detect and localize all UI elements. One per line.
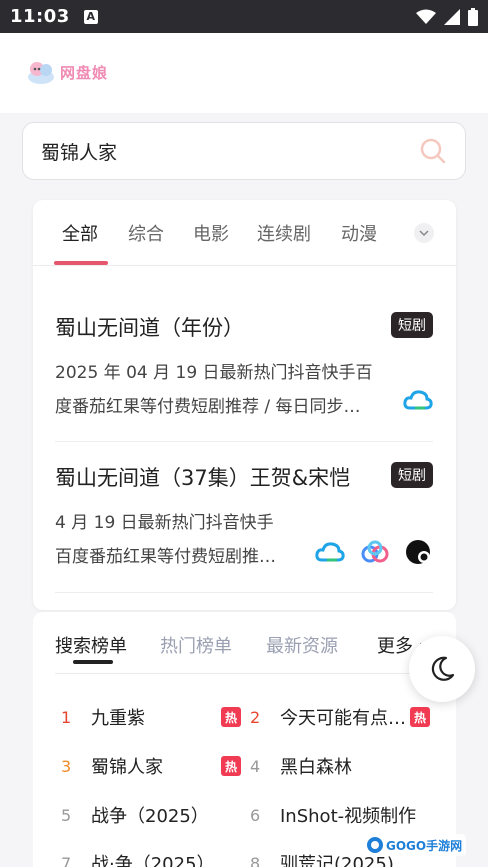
rank-number: 8 bbox=[250, 853, 261, 867]
tab-active-indicator bbox=[54, 261, 108, 265]
rank-name[interactable]: 黑白森林 bbox=[280, 753, 352, 779]
logo-mascot-icon bbox=[28, 62, 54, 84]
result-badge: 短剧 bbox=[391, 312, 433, 338]
status-icons bbox=[416, 7, 478, 26]
signal-icon bbox=[444, 8, 460, 25]
rank-item[interactable]: 5 战争（2025） bbox=[61, 802, 241, 828]
rank-name[interactable]: 战·争（2025） bbox=[91, 850, 215, 867]
rank-tab-search[interactable]: 搜索榜单 bbox=[55, 632, 127, 658]
rank-number: 1 bbox=[61, 707, 72, 727]
tab-general[interactable]: 综合 bbox=[128, 220, 164, 246]
result-badge: 短剧 bbox=[391, 462, 433, 488]
dark-mode-toggle[interactable] bbox=[409, 636, 475, 702]
top-bar: 网盘娘 bbox=[0, 33, 488, 113]
rank-number: 3 bbox=[61, 756, 72, 776]
watermark-text: GOGO手游网 bbox=[386, 838, 463, 853]
tab-series[interactable]: 连续剧 bbox=[257, 220, 311, 246]
logo-text: 网盘娘 bbox=[60, 63, 109, 82]
rank-item[interactable]: 7 战·争（2025） bbox=[61, 850, 241, 867]
result-divider bbox=[55, 441, 433, 442]
baidu-netdisk-icon[interactable] bbox=[359, 540, 391, 564]
rank-name[interactable]: 蜀锦人家 bbox=[91, 753, 163, 779]
category-tabs: 全部 综合 电影 连续剧 动漫 bbox=[33, 200, 456, 266]
watermark-logo-icon bbox=[367, 837, 383, 853]
rank-tab-latest[interactable]: 最新资源 bbox=[266, 632, 338, 658]
chevron-down-icon bbox=[419, 230, 429, 237]
tabs-expand-button[interactable] bbox=[414, 223, 434, 243]
rank-tab-hot[interactable]: 热门榜单 bbox=[160, 632, 232, 658]
result-item[interactable]: 蜀山无间道（37集）王贺&宋恺 短剧 4 月 19 日最新热门抖音快手 百度番茄… bbox=[55, 462, 433, 572]
result-title[interactable]: 蜀山无间道（37集）王贺&宋恺 bbox=[55, 462, 350, 492]
rank-name[interactable]: InShot-视频制作 bbox=[280, 802, 416, 828]
rank-number: 2 bbox=[250, 707, 261, 727]
tab-anime[interactable]: 动漫 bbox=[341, 220, 377, 246]
rank-item[interactable]: 2 今天可能有点… 热 bbox=[250, 704, 430, 730]
status-bar: 11:03 A bbox=[0, 0, 488, 33]
rank-name[interactable]: 今天可能有点… bbox=[280, 704, 406, 730]
moon-icon bbox=[431, 656, 455, 681]
rank-item[interactable]: 1 九重紫 热 bbox=[61, 704, 241, 730]
wifi-icon bbox=[416, 9, 436, 24]
tab-all[interactable]: 全部 bbox=[62, 220, 98, 246]
rank-divider bbox=[55, 673, 435, 674]
status-time: 11:03 bbox=[10, 6, 70, 27]
cloud-icon[interactable] bbox=[403, 388, 433, 412]
result-sources bbox=[403, 388, 433, 412]
rank-item[interactable]: 4 黑白森林 bbox=[250, 753, 430, 779]
rank-number: 6 bbox=[250, 805, 261, 825]
tab-movie[interactable]: 电影 bbox=[193, 220, 229, 246]
result-item[interactable]: 蜀山无间道（年份） 短剧 2025 年 04 月 19 日最新热门抖音快手百 度… bbox=[55, 312, 433, 422]
hot-badge: 热 bbox=[221, 707, 241, 727]
result-divider bbox=[55, 592, 433, 593]
cloud-icon[interactable] bbox=[315, 540, 345, 564]
rank-card: 搜索榜单 热门榜单 最新资源 更多 › 1 九重紫 热 2 今天可能有点… 热 … bbox=[33, 612, 456, 867]
rank-tab-indicator bbox=[73, 660, 113, 664]
results-card: 全部 综合 电影 连续剧 动漫 蜀山无间道（年份） 短剧 2025 年 04 月… bbox=[33, 200, 456, 610]
rank-number: 4 bbox=[250, 756, 261, 776]
result-desc-line2: 度番茄红果等付费短剧推荐 / 每日同步… bbox=[55, 397, 361, 417]
search-box[interactable]: 蜀锦人家 bbox=[22, 122, 466, 180]
app-logo[interactable]: 网盘娘 bbox=[26, 59, 108, 85]
rank-item[interactable]: 6 InShot-视频制作 bbox=[250, 802, 450, 828]
search-input[interactable]: 蜀锦人家 bbox=[41, 138, 117, 165]
rank-name[interactable]: 战争（2025） bbox=[91, 802, 209, 828]
rank-item[interactable]: 3 蜀锦人家 热 bbox=[61, 753, 241, 779]
result-title[interactable]: 蜀山无间道（年份） bbox=[55, 312, 244, 342]
notification-badge: A bbox=[83, 9, 98, 24]
rank-number: 5 bbox=[61, 805, 72, 825]
hot-badge: 热 bbox=[410, 707, 430, 727]
result-desc-line1: 4 月 19 日最新热门抖音快手 bbox=[55, 513, 274, 533]
search-icon[interactable] bbox=[419, 137, 447, 165]
result-sources bbox=[315, 538, 433, 566]
result-desc-line2: 百度番茄红果等付费短剧推… bbox=[55, 547, 276, 567]
rank-name[interactable]: 九重紫 bbox=[91, 704, 145, 730]
result-desc-line1: 2025 年 04 月 19 日最新热门抖音快手百 bbox=[55, 363, 373, 383]
quark-icon[interactable] bbox=[405, 538, 433, 566]
battery-icon bbox=[468, 7, 478, 26]
watermark: GOGO手游网 bbox=[362, 834, 467, 856]
hot-badge: 热 bbox=[221, 756, 241, 776]
rank-number: 7 bbox=[61, 853, 72, 867]
